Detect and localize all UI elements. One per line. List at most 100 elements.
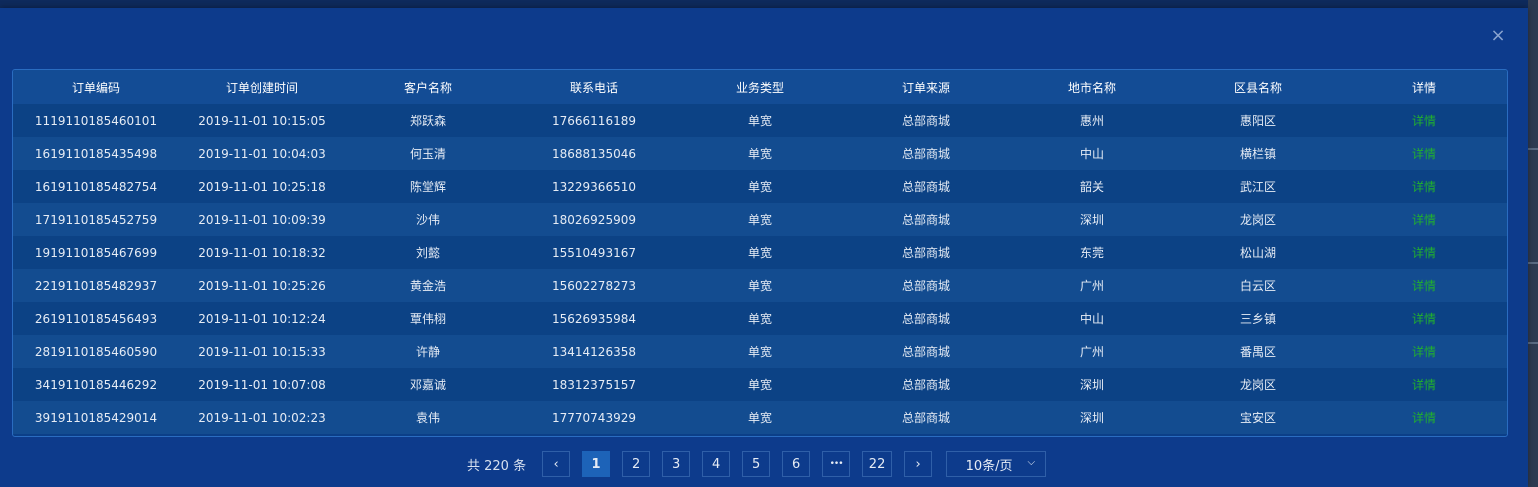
cell-district: 横栏镇 xyxy=(1239,147,1276,161)
cell-phone: 18312375157 xyxy=(552,377,636,392)
cell-phone: 15510493167 xyxy=(552,245,636,260)
cell-customer-name: 陈堂辉 xyxy=(409,180,446,194)
cell-order-source: 总部商城 xyxy=(901,114,950,128)
cell-business-type: 单宽 xyxy=(747,345,772,359)
cell-customer-name: 沙伟 xyxy=(415,213,440,227)
cell-order-code: 1719110185452759 xyxy=(34,212,158,227)
table-row: 1619110185435498 2019-11-01 10:04:03 何玉清 18… xyxy=(13,137,1507,170)
detail-link[interactable]: 详情 xyxy=(1341,302,1507,335)
page-button-2[interactable]: 2 xyxy=(622,451,651,477)
cell-business-type: 单宽 xyxy=(747,213,772,227)
cell-customer-name: 何玉清 xyxy=(409,147,446,161)
header-order-source: 订单来源 xyxy=(901,80,950,95)
pagination: 共 220 条 ‹ 1 2 3 4 5 6 ••• 22 › 10条/页 ⌵ xyxy=(467,450,1047,478)
cell-phone: 15602278273 xyxy=(552,278,636,293)
cell-district: 白云区 xyxy=(1239,279,1276,293)
background-divider xyxy=(1528,342,1538,344)
cell-district: 武江区 xyxy=(1239,180,1276,194)
header-detail: 详情 xyxy=(1411,80,1436,95)
detail-link[interactable]: 详情 xyxy=(1341,170,1507,203)
table-row: 2219110185482937 2019-11-01 10:25:26 黄金浩 15… xyxy=(13,269,1507,302)
detail-link[interactable]: 详情 xyxy=(1341,203,1507,236)
cell-city: 深圳 xyxy=(1079,411,1104,425)
chevron-right-icon: › xyxy=(915,456,921,472)
detail-link[interactable]: 详情 xyxy=(1341,368,1507,401)
total-count: 共 220 条 xyxy=(467,458,527,474)
cell-district: 松山湖 xyxy=(1239,246,1276,260)
page-button-1[interactable]: 1 xyxy=(582,451,611,477)
cell-business-type: 单宽 xyxy=(747,180,772,194)
cell-phone: 18688135046 xyxy=(552,146,636,161)
cell-created-time: 2019-11-01 10:25:18 xyxy=(198,179,326,194)
prev-page-button[interactable]: ‹ xyxy=(542,451,571,477)
cell-city: 广州 xyxy=(1079,279,1104,293)
cell-order-source: 总部商城 xyxy=(901,213,950,227)
cell-order-code: 3919110185429014 xyxy=(34,410,158,425)
cell-city: 深圳 xyxy=(1079,213,1104,227)
page-button-6[interactable]: 6 xyxy=(782,451,811,477)
cell-city: 中山 xyxy=(1079,312,1104,326)
next-page-button[interactable]: › xyxy=(904,451,933,477)
cell-created-time: 2019-11-01 10:12:24 xyxy=(198,311,326,326)
cell-customer-name: 许静 xyxy=(415,345,440,359)
cell-created-time: 2019-11-01 10:25:26 xyxy=(198,278,326,293)
cell-phone: 17666116189 xyxy=(552,113,636,128)
detail-link[interactable]: 详情 xyxy=(1341,335,1507,368)
order-table: 订单编码 订单创建时间 客户名称 联系电话 业务类型 订单来源 地市名称 区县名… xyxy=(12,69,1508,437)
header-created-time: 订单创建时间 xyxy=(225,80,298,95)
ellipsis-icon: ••• xyxy=(829,459,844,469)
cell-phone: 17770743929 xyxy=(552,410,636,425)
table-header-row: 订单编码 订单创建时间 客户名称 联系电话 业务类型 订单来源 地市名称 区县名… xyxy=(13,70,1507,104)
cell-district: 龙岗区 xyxy=(1239,378,1276,392)
cell-district: 惠阳区 xyxy=(1239,114,1276,128)
detail-link[interactable]: 详情 xyxy=(1341,137,1507,170)
chevron-down-icon: ⌵ xyxy=(1027,457,1036,468)
close-icon[interactable]: × xyxy=(1490,27,1506,45)
page-button-3[interactable]: 3 xyxy=(662,451,691,477)
cell-phone: 18026925909 xyxy=(552,212,636,227)
more-pages-button[interactable]: ••• xyxy=(822,451,851,477)
table-row: 1719110185452759 2019-11-01 10:09:39 沙伟 180… xyxy=(13,203,1507,236)
cell-order-source: 总部商城 xyxy=(901,345,950,359)
cell-phone: 15626935984 xyxy=(552,311,636,326)
cell-order-source: 总部商城 xyxy=(901,180,950,194)
cell-order-code: 2219110185482937 xyxy=(34,278,158,293)
cell-created-time: 2019-11-01 10:15:33 xyxy=(198,344,326,359)
cell-customer-name: 袁伟 xyxy=(415,411,440,425)
cell-order-code: 3419110185446292 xyxy=(34,377,158,392)
cell-business-type: 单宽 xyxy=(747,147,772,161)
header-district: 区县名称 xyxy=(1233,80,1282,95)
page-size-select[interactable]: 10条/页 ⌵ xyxy=(946,451,1047,477)
chevron-left-icon: ‹ xyxy=(553,456,559,472)
order-list-modal: × 订单编码 订单创建时间 客户名称 联系电话 业务类型 订单来源 地市名称 区… xyxy=(0,8,1528,487)
table-row: 2619110185456493 2019-11-01 10:12:24 覃伟栩 15… xyxy=(13,302,1507,335)
detail-link[interactable]: 详情 xyxy=(1341,269,1507,302)
cell-created-time: 2019-11-01 10:09:39 xyxy=(198,212,326,227)
header-phone: 联系电话 xyxy=(569,80,618,95)
table-row: 2819110185460590 2019-11-01 10:15:33 许静 134… xyxy=(13,335,1507,368)
cell-order-source: 总部商城 xyxy=(901,378,950,392)
cell-created-time: 2019-11-01 10:02:23 xyxy=(198,410,326,425)
table-row: 3919110185429014 2019-11-01 10:02:23 袁伟 177… xyxy=(13,401,1507,434)
detail-link[interactable]: 详情 xyxy=(1341,401,1507,434)
header-city: 地市名称 xyxy=(1067,80,1116,95)
cell-created-time: 2019-11-01 10:18:32 xyxy=(198,245,326,260)
detail-link[interactable]: 详情 xyxy=(1341,236,1507,269)
detail-link[interactable]: 详情 xyxy=(1341,104,1507,137)
cell-order-code: 2819110185460590 xyxy=(34,344,158,359)
header-order-code: 订单编码 xyxy=(71,80,120,95)
cell-district: 宝安区 xyxy=(1239,411,1276,425)
table-row: 1119110185460101 2019-11-01 10:15:05 郑跃森 17… xyxy=(13,104,1507,137)
table-row: 1919110185467699 2019-11-01 10:18:32 刘懿 155… xyxy=(13,236,1507,269)
background-divider xyxy=(1528,148,1538,150)
table-row: 1619110185482754 2019-11-01 10:25:18 陈堂辉 13… xyxy=(13,170,1507,203)
cell-created-time: 2019-11-01 10:04:03 xyxy=(198,146,326,161)
page-button-5[interactable]: 5 xyxy=(742,451,771,477)
cell-order-source: 总部商城 xyxy=(901,147,950,161)
cell-city: 中山 xyxy=(1079,147,1104,161)
cell-order-code: 2619110185456493 xyxy=(34,311,158,326)
page-button-4[interactable]: 4 xyxy=(702,451,731,477)
cell-order-source: 总部商城 xyxy=(901,279,950,293)
page-button-last[interactable]: 22 xyxy=(862,451,893,477)
cell-customer-name: 刘懿 xyxy=(415,246,440,260)
